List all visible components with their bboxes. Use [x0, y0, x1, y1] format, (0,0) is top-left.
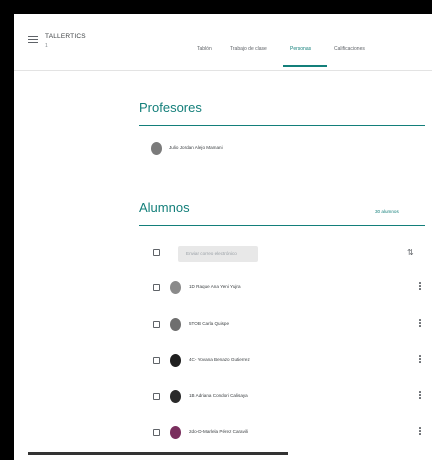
top-app-bar: TALLERTICS 1 Tablón Trabajo de clase Per… — [14, 14, 432, 71]
avatar — [170, 354, 181, 367]
email-button-label: Enviar correo electrónico — [186, 251, 237, 256]
student-checkbox[interactable] — [153, 429, 160, 436]
avatar — [170, 390, 181, 403]
student-name: 4C- Yovana Benazo Gutierrez — [189, 357, 250, 362]
hamburger-icon[interactable] — [28, 36, 38, 44]
select-all-checkbox[interactable] — [153, 249, 160, 256]
avatar — [170, 281, 181, 294]
student-row[interactable]: 2do-D-Marlela Pérez Caravili — [139, 423, 425, 445]
teachers-heading: Profesores — [139, 100, 202, 115]
class-subtitle: 1 — [45, 43, 48, 49]
tab-people[interactable]: Personas — [290, 46, 311, 52]
more-vert-icon[interactable] — [419, 391, 421, 400]
class-title[interactable]: TALLERTICS — [45, 33, 86, 40]
avatar — [151, 142, 162, 155]
student-row[interactable]: 4C- Yovana Benazo Gutierrez — [139, 351, 425, 373]
sort-az-icon[interactable]: ⇅ — [407, 248, 414, 257]
left-blank-pane — [14, 71, 132, 460]
classroom-window: TALLERTICS 1 Tablón Trabajo de clase Per… — [14, 14, 432, 460]
avatar — [170, 426, 181, 439]
more-vert-icon[interactable] — [419, 355, 421, 364]
student-name: 5TOB Carla Quispe — [189, 321, 230, 326]
more-vert-icon[interactable] — [419, 427, 421, 436]
teachers-divider — [139, 125, 425, 126]
student-checkbox[interactable] — [153, 284, 160, 291]
tab-classwork[interactable]: Trabajo de clase — [230, 46, 267, 52]
students-heading: Alumnos — [139, 200, 190, 215]
teacher-name: Julio Jordan Alejo Mamani — [169, 145, 223, 150]
horizontal-scrollbar[interactable] — [28, 452, 288, 455]
student-name: 2do-D-Marlela Pérez Caravili — [189, 429, 248, 434]
student-row[interactable]: 5TOB Carla Quispe — [139, 315, 425, 337]
student-row[interactable]: 1B Adriana Condori Calisaya — [139, 387, 425, 409]
student-checkbox[interactable] — [153, 357, 160, 364]
more-vert-icon[interactable] — [419, 319, 421, 328]
student-checkbox[interactable] — [153, 393, 160, 400]
student-row[interactable]: 1D Raque Ana Yeni Yujra — [139, 278, 425, 300]
tab-grades[interactable]: Calificaciones — [334, 46, 365, 52]
avatar — [170, 318, 181, 331]
students-count: 30 alumnos — [375, 209, 399, 214]
student-name: 1B Adriana Condori Calisaya — [189, 393, 248, 398]
email-button[interactable]: Enviar correo electrónico — [178, 246, 258, 262]
student-name: 1D Raque Ana Yeni Yujra — [189, 284, 241, 289]
screen-frame: TALLERTICS 1 Tablón Trabajo de clase Per… — [0, 0, 432, 460]
tab-stream[interactable]: Tablón — [197, 46, 212, 52]
student-checkbox[interactable] — [153, 321, 160, 328]
teacher-row[interactable]: Julio Jordan Alejo Mamani — [139, 139, 425, 161]
active-tab-indicator — [283, 65, 327, 67]
students-divider — [139, 225, 425, 226]
more-vert-icon[interactable] — [419, 282, 421, 291]
